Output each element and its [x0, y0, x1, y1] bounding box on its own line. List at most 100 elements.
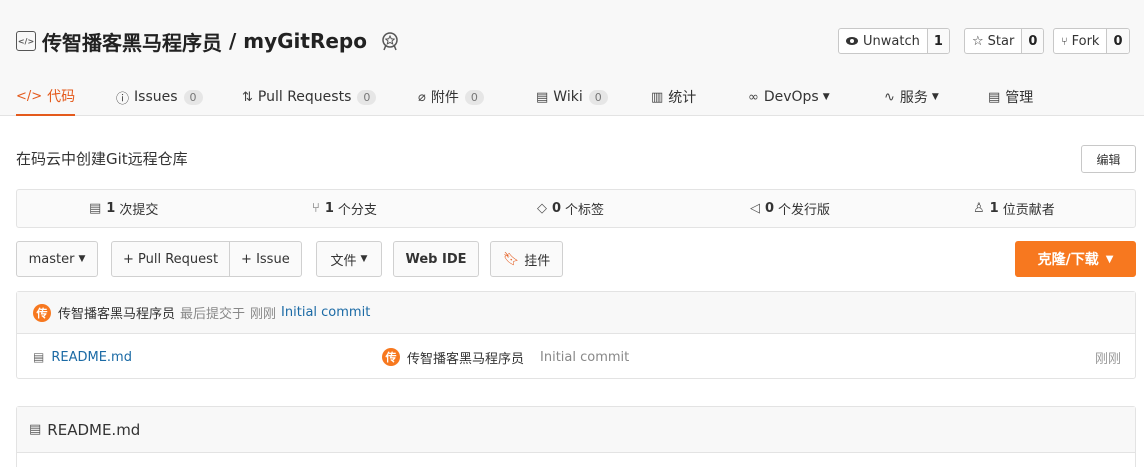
- tab-service[interactable]: ∿ 服务 ▼: [884, 78, 939, 116]
- tab-pulls-label: Pull Requests: [257, 89, 352, 105]
- branches-stat[interactable]: ⑂ 1 个分支: [312, 190, 377, 227]
- readme-title: README.md: [47, 420, 141, 439]
- commits-stat[interactable]: ▤ 1 次提交: [89, 190, 158, 227]
- repo-stats-bar: ▤ 1 次提交 ⑂ 1 个分支 ◇ 0 个标签 ◁ 0 个发行版 ♙ 1 位贡献…: [16, 189, 1136, 228]
- new-pr-issue-group: + Pull Request + Issue: [111, 241, 302, 277]
- branches-count: 1: [324, 201, 334, 216]
- file-list: 传 传智播客黑马程序员 最后提交于 刚刚 Initial commit ▤ RE…: [16, 291, 1136, 379]
- contributors-label: 位贡献者: [1002, 203, 1055, 218]
- commit-doc-icon: ▤: [89, 201, 102, 216]
- commit-message-link[interactable]: Initial commit: [281, 305, 370, 320]
- edit-description-button[interactable]: 编辑: [1081, 145, 1136, 173]
- pulls-count: 0: [357, 89, 377, 105]
- tab-devops[interactable]: ∞ DevOps ▼: [748, 78, 830, 116]
- infinity-icon: ∞: [748, 89, 759, 105]
- chevron-down-icon: ▼: [931, 92, 939, 102]
- tab-service-label: 服务: [899, 90, 928, 106]
- chevron-down-icon: ▼: [822, 92, 830, 102]
- file-icon: ▤: [33, 350, 45, 364]
- star-button[interactable]: ☆ Star 0: [964, 28, 1045, 54]
- releases-stat[interactable]: ◁ 0 个发行版: [750, 190, 830, 227]
- fork-count[interactable]: 0: [1106, 29, 1129, 53]
- tab-code[interactable]: </> 代码: [16, 78, 76, 116]
- tab-stats[interactable]: ▥ 统计: [651, 78, 696, 116]
- tags-label: 个标签: [565, 203, 605, 218]
- repo-owner-link[interactable]: 传智播客黑马程序员: [42, 27, 222, 56]
- tab-stats-label: 统计: [668, 90, 697, 106]
- branches-label: 个分支: [337, 203, 377, 218]
- readme-header: ▤ README.md: [17, 407, 1135, 453]
- eye-icon: [846, 37, 858, 45]
- tab-code-label: 代码: [47, 89, 76, 105]
- tab-attachments[interactable]: ⌀ 附件 0: [418, 78, 484, 116]
- file-link[interactable]: ▤ README.md: [33, 335, 132, 379]
- tab-wiki[interactable]: ▤ Wiki 0: [536, 78, 608, 116]
- clone-download-button[interactable]: 克隆/下载 ▼: [1015, 241, 1136, 277]
- paperclip-icon: ⌀: [418, 89, 426, 105]
- tab-issues-label: Issues: [134, 89, 178, 105]
- bookmark-icon: 🔖︎: [502, 251, 520, 267]
- file-commit-message[interactable]: Initial commit: [540, 350, 629, 365]
- repo-separator: /: [222, 29, 244, 53]
- tab-attach-label: 附件: [430, 90, 459, 106]
- recommend-badge-icon[interactable]: [379, 30, 401, 52]
- commit-author-link[interactable]: 传智播客黑马程序员: [58, 303, 175, 322]
- tags-count: 0: [552, 201, 562, 216]
- readme-panel: ▤ README.md: [16, 406, 1136, 467]
- issues-count: 0: [183, 89, 203, 105]
- send-icon: ◁: [750, 201, 760, 216]
- branch-icon: ⑂: [312, 201, 320, 216]
- contributors-stat[interactable]: ♙ 1 位贡献者: [973, 190, 1055, 227]
- tab-wiki-label: Wiki: [553, 89, 583, 105]
- star-label: Star: [987, 33, 1015, 49]
- tab-manage[interactable]: ▤ 管理: [988, 78, 1033, 116]
- watch-count[interactable]: 1: [926, 29, 949, 53]
- readme-doc-icon: ▤: [29, 422, 42, 437]
- attach-count: 0: [464, 89, 484, 105]
- unwatch-button[interactable]: Unwatch 1: [838, 28, 950, 54]
- fork-label: Fork: [1071, 33, 1100, 49]
- file-menu-label: 文件: [330, 253, 357, 269]
- repo-nav: </> 代码 ⓘ Issues 0 ⇅ Pull Requests 0 ⌀ 附件…: [0, 78, 1144, 116]
- file-name: README.md: [51, 349, 132, 365]
- clone-label: 克隆/下载: [1037, 252, 1099, 268]
- chevron-down-icon: ▼: [78, 254, 86, 264]
- last-commit-bar: 传 传智播客黑马程序员 最后提交于 刚刚 Initial commit: [17, 292, 1135, 334]
- star-count[interactable]: 0: [1021, 29, 1044, 53]
- releases-count: 0: [765, 201, 775, 216]
- pulse-icon: ∿: [884, 89, 895, 105]
- wiki-count: 0: [588, 89, 608, 105]
- tag-icon: ◇: [537, 201, 547, 216]
- avatar[interactable]: 传: [33, 303, 51, 322]
- fork-button[interactable]: ⑂ Fork 0: [1053, 28, 1130, 54]
- new-pull-request-button[interactable]: + Pull Request: [112, 242, 229, 276]
- tab-manage-label: 管理: [1005, 90, 1034, 106]
- branch-select[interactable]: master ▼: [16, 241, 98, 277]
- widget-button[interactable]: 🔖︎ 挂件: [490, 241, 563, 277]
- tab-devops-label: DevOps: [763, 89, 819, 105]
- wiki-book-icon: ▤: [536, 89, 549, 105]
- avatar[interactable]: 传: [382, 348, 400, 366]
- tab-pull-requests[interactable]: ⇅ Pull Requests 0: [242, 78, 377, 116]
- file-commit-author[interactable]: 传智播客黑马程序员: [407, 348, 524, 367]
- widget-label: 挂件: [524, 253, 551, 269]
- tab-issues[interactable]: ⓘ Issues 0: [116, 78, 203, 116]
- issue-icon: ⓘ: [116, 91, 130, 107]
- pull-request-icon: ⇅: [242, 89, 253, 105]
- commit-time: 刚刚: [250, 307, 277, 322]
- web-ide-button[interactable]: Web IDE: [393, 241, 479, 277]
- commits-label: 次提交: [119, 203, 159, 218]
- bar-chart-icon: ▥: [651, 89, 664, 105]
- fork-icon: ⑂: [1061, 34, 1068, 48]
- manage-doc-icon: ▤: [988, 89, 1001, 105]
- repo-name-link[interactable]: myGitRepo: [243, 29, 367, 53]
- chevron-down-icon: ▼: [1105, 253, 1114, 265]
- contributors-icon: ♙: [973, 201, 985, 216]
- repo-description: 在码云中创建Git远程仓库: [16, 150, 188, 168]
- file-menu-button[interactable]: 文件 ▼: [316, 241, 382, 277]
- new-issue-button[interactable]: + Issue: [229, 242, 301, 276]
- star-icon: ☆: [972, 33, 984, 49]
- repo-title: </> 传智播客黑马程序员 / myGitRepo: [16, 26, 401, 56]
- commits-count: 1: [106, 201, 116, 216]
- tags-stat[interactable]: ◇ 0 个标签: [537, 190, 604, 227]
